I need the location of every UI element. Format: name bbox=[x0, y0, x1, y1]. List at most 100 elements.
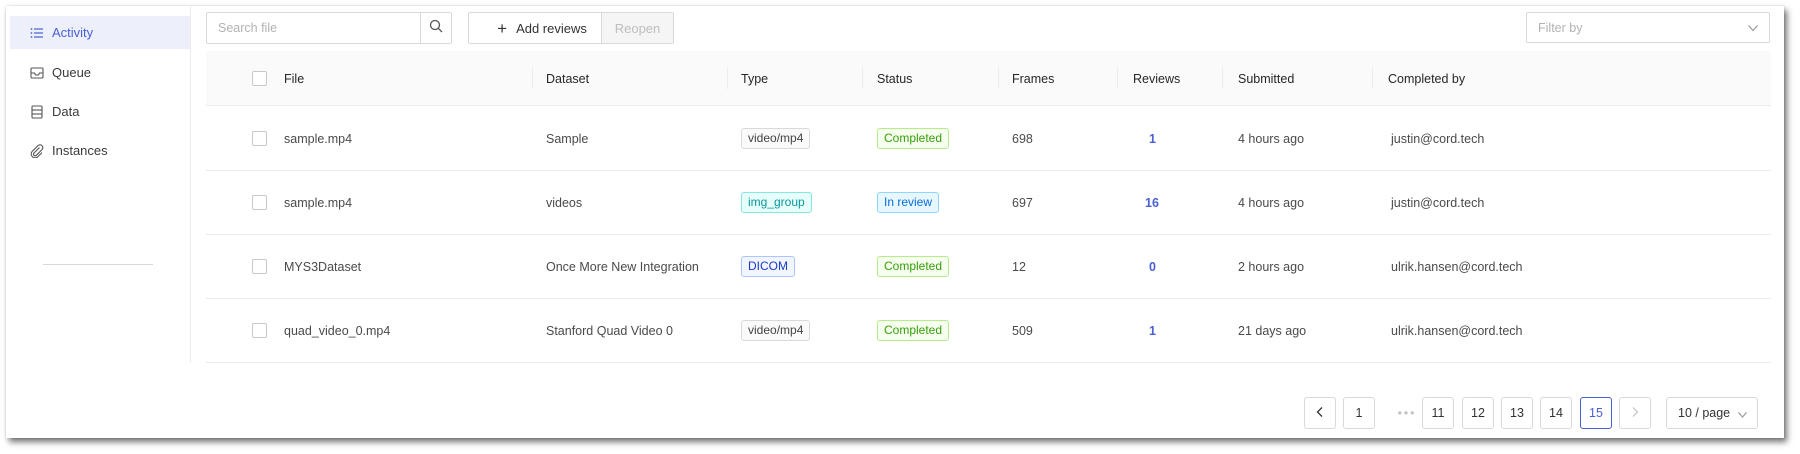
status-badge: Completed bbox=[877, 320, 950, 341]
table-row[interactable]: quad_video_0.mp4 Stanford Quad Video 0 v… bbox=[206, 299, 1771, 363]
sidebar-item-label: Data bbox=[52, 104, 80, 119]
completed-by-cell: ulrik.hansen@cord.tech bbox=[1391, 259, 1523, 274]
sidebar-item-data[interactable]: Data bbox=[10, 95, 190, 128]
row-checkbox[interactable] bbox=[252, 131, 267, 146]
submitted-cell: 4 hours ago bbox=[1238, 195, 1305, 210]
reopen-label: Reopen bbox=[614, 20, 661, 36]
search-button[interactable] bbox=[420, 13, 451, 43]
column-header-completed-by[interactable]: Completed by bbox=[1388, 51, 1465, 106]
status-cell: Completed bbox=[877, 107, 950, 170]
submitted-cell: 21 days ago bbox=[1238, 323, 1307, 338]
sidebar-item-instances[interactable]: Instances bbox=[10, 134, 190, 167]
row-checkbox[interactable] bbox=[252, 195, 267, 210]
sidebar-item-activity[interactable]: Activity bbox=[10, 16, 190, 49]
dataset-cell: videos bbox=[546, 195, 583, 210]
file-cell: sample.mp4 bbox=[284, 131, 353, 146]
page-size-select[interactable]: 10 / page bbox=[1666, 397, 1758, 429]
plus-icon: + bbox=[497, 18, 508, 38]
reopen-button[interactable]: Reopen bbox=[601, 12, 674, 44]
column-separator bbox=[998, 67, 999, 89]
select-all-checkbox[interactable] bbox=[252, 71, 267, 86]
search-box bbox=[206, 12, 452, 44]
dataset-cell: Once More New Integration bbox=[546, 259, 699, 274]
sidebar-item-queue[interactable]: Queue bbox=[10, 56, 190, 89]
table-row[interactable]: sample.mp4 Sample video/mp4 Completed 69… bbox=[206, 107, 1771, 171]
column-header-status[interactable]: Status bbox=[877, 51, 912, 106]
column-header-type[interactable]: Type bbox=[741, 51, 768, 106]
column-header-dataset[interactable]: Dataset bbox=[546, 51, 589, 106]
reviews-cell: 16 bbox=[1145, 171, 1159, 234]
sidebar-item-label: Instances bbox=[52, 143, 108, 158]
type-tag: video/mp4 bbox=[741, 128, 811, 149]
page-ellipsis[interactable]: ••• bbox=[1391, 397, 1423, 429]
search-icon bbox=[429, 19, 443, 38]
file-cell: sample.mp4 bbox=[284, 195, 353, 210]
app-window: Activity Queue Data Instances Search fil… bbox=[6, 6, 1784, 438]
chevron-right-icon bbox=[1630, 406, 1640, 421]
reviews-link[interactable]: 1 bbox=[1149, 324, 1156, 338]
page-button[interactable]: 14 bbox=[1540, 397, 1572, 429]
column-header-frames[interactable]: Frames bbox=[1012, 51, 1054, 106]
prev-page-button[interactable] bbox=[1304, 397, 1336, 429]
status-cell: Completed bbox=[877, 299, 950, 362]
page-button[interactable]: 12 bbox=[1462, 397, 1494, 429]
column-separator bbox=[862, 67, 863, 89]
chevron-down-icon bbox=[1737, 409, 1748, 423]
status-badge: Completed bbox=[877, 256, 950, 277]
table-row[interactable]: MYS3Dataset Once More New Integration DI… bbox=[206, 235, 1771, 299]
dataset-cell: Sample bbox=[546, 131, 589, 146]
frames-cell: 509 bbox=[1012, 323, 1033, 338]
row-checkbox[interactable] bbox=[252, 323, 267, 338]
reviews-link[interactable]: 16 bbox=[1145, 196, 1159, 210]
filter-select[interactable]: Filter by bbox=[1526, 12, 1770, 43]
sidebar-divider bbox=[43, 264, 153, 265]
type-tag: video/mp4 bbox=[741, 320, 811, 341]
database-icon bbox=[30, 104, 44, 119]
completed-by-cell: justin@cord.tech bbox=[1391, 195, 1485, 210]
completed-by-cell: justin@cord.tech bbox=[1391, 131, 1485, 146]
reviews-link[interactable]: 0 bbox=[1149, 260, 1156, 274]
status-cell: Completed bbox=[877, 235, 950, 298]
page-button-current[interactable]: 15 bbox=[1580, 397, 1612, 429]
type-tag: img_group bbox=[741, 192, 812, 213]
column-header-reviews[interactable]: Reviews bbox=[1133, 51, 1180, 106]
search-input[interactable] bbox=[207, 13, 421, 43]
status-cell: In review bbox=[877, 171, 940, 234]
add-reviews-button[interactable]: + Add reviews bbox=[468, 12, 616, 44]
type-cell: video/mp4 bbox=[741, 299, 811, 362]
list-icon bbox=[30, 26, 44, 40]
status-badge: In review bbox=[877, 192, 940, 213]
reviews-cell: 1 bbox=[1149, 107, 1156, 170]
table-header: File Dataset Type Status Frames Reviews … bbox=[206, 51, 1771, 106]
sidebar: Activity Queue Data Instances bbox=[6, 6, 191, 363]
column-separator bbox=[1117, 67, 1118, 89]
chevron-left-icon bbox=[1315, 406, 1325, 421]
type-cell: img_group bbox=[741, 171, 812, 234]
file-cell: MYS3Dataset bbox=[284, 259, 362, 274]
chevron-down-icon bbox=[1747, 22, 1759, 37]
type-cell: DICOM bbox=[741, 235, 795, 298]
add-reviews-label: Add reviews bbox=[516, 20, 587, 36]
row-checkbox[interactable] bbox=[252, 259, 267, 274]
page-button[interactable]: 13 bbox=[1501, 397, 1533, 429]
page-button[interactable]: 1 bbox=[1343, 397, 1375, 429]
dataset-cell: Stanford Quad Video 0 bbox=[546, 323, 673, 338]
frames-cell: 697 bbox=[1012, 195, 1033, 210]
filter-placeholder: Filter by bbox=[1538, 20, 1583, 35]
type-cell: video/mp4 bbox=[741, 107, 811, 170]
file-cell: quad_video_0.mp4 bbox=[284, 323, 391, 338]
column-separator bbox=[727, 67, 728, 89]
page-button[interactable]: 11 bbox=[1422, 397, 1454, 429]
paperclip-icon bbox=[30, 143, 44, 158]
table-row[interactable]: sample.mp4 videos img_group In review 69… bbox=[206, 171, 1771, 235]
page-size-value: 10 / page bbox=[1678, 406, 1731, 420]
reviews-link[interactable]: 1 bbox=[1149, 132, 1156, 146]
reviews-cell: 0 bbox=[1149, 235, 1156, 298]
sidebar-item-label: Activity bbox=[52, 25, 94, 40]
column-header-file[interactable]: File bbox=[284, 51, 304, 106]
column-separator bbox=[532, 67, 533, 89]
next-page-button[interactable] bbox=[1619, 397, 1651, 429]
column-header-submitted[interactable]: Submitted bbox=[1238, 51, 1294, 106]
frames-cell: 698 bbox=[1012, 131, 1033, 146]
sidebar-item-label: Queue bbox=[52, 65, 92, 80]
